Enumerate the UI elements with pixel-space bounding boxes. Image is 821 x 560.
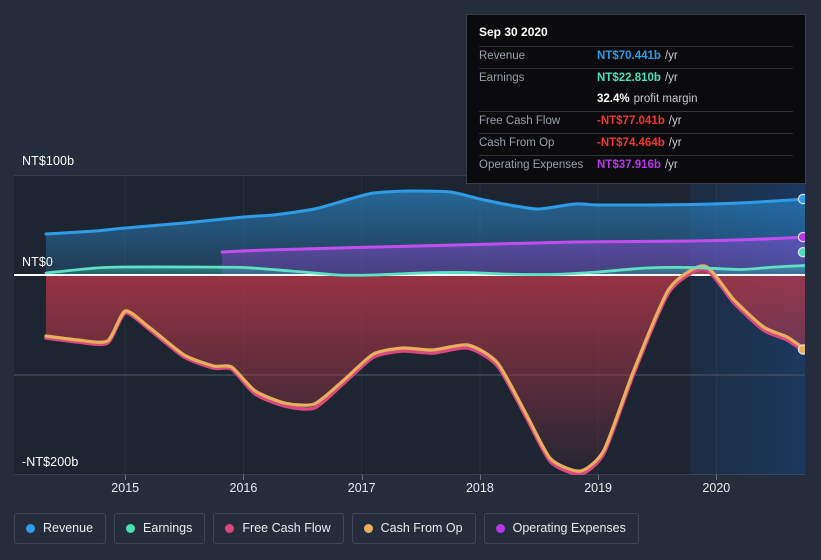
tooltip-row-label: Free Cash Flow bbox=[479, 115, 561, 127]
chart-screenshot: NT$100b NT$0 -NT$200b 2015 2016 2017 2018 20… bbox=[0, 0, 821, 560]
tooltip-row-label: Earnings bbox=[479, 72, 525, 84]
tooltip-row-value: -NT$77.041b bbox=[597, 115, 665, 127]
x-axis-tick-label: 2018 bbox=[465, 481, 494, 495]
legend-color-dot-icon bbox=[225, 524, 235, 533]
x-axis-tick-mark bbox=[125, 475, 127, 480]
tooltip-row-suffix: /yr bbox=[664, 50, 678, 62]
tooltip-row-label: Operating Expenses bbox=[479, 159, 584, 171]
legend-item-operating-expenses[interactable]: Operating Expenses bbox=[483, 513, 639, 544]
x-axis-tick-mark bbox=[479, 475, 481, 480]
y-axis-label-bottom: -NT$200b bbox=[22, 455, 79, 469]
x-axis-tick-mark bbox=[716, 475, 718, 480]
legend-item-label: Cash From Op bbox=[380, 521, 463, 535]
tooltip-row: Earnings NT$22.810b/yr bbox=[479, 68, 793, 90]
tooltip-row: Free Cash Flow -NT$77.041b/yr bbox=[479, 111, 793, 133]
financial-area-chart bbox=[14, 175, 805, 475]
tooltip-row-value: NT$22.810b bbox=[597, 72, 661, 84]
tooltip-row-suffix: /yr bbox=[664, 72, 678, 84]
legend-color-dot-icon bbox=[126, 524, 136, 533]
y-axis-label-zero: NT$0 bbox=[22, 255, 53, 269]
tooltip-row: 32.4% profit margin bbox=[479, 90, 793, 111]
y-axis-label-top: NT$100b bbox=[22, 154, 75, 168]
tooltip-row: Revenue NT$70.441b/yr bbox=[479, 46, 793, 68]
tooltip-row-suffix: profit margin bbox=[633, 93, 698, 105]
legend-color-dot-icon bbox=[495, 524, 505, 533]
legend-item-label: Revenue bbox=[43, 521, 94, 535]
tooltip-row-label: Revenue bbox=[479, 50, 526, 62]
x-axis-tick-label: 2016 bbox=[229, 481, 258, 495]
legend-item-label: Free Cash Flow bbox=[242, 521, 331, 535]
legend-item-label: Operating Expenses bbox=[512, 521, 626, 535]
x-axis-tick-mark bbox=[243, 475, 245, 480]
legend-item-revenue[interactable]: Revenue bbox=[14, 513, 107, 544]
tooltip-row: Operating Expenses NT$37.916b/yr bbox=[479, 155, 793, 177]
endpoint-marker-earnings bbox=[797, 247, 805, 258]
tooltip-row-suffix: /yr bbox=[668, 137, 682, 149]
tooltip-row: Cash From Op -NT$74.464b/yr bbox=[479, 133, 793, 155]
x-axis-tick-label: 2019 bbox=[584, 481, 612, 495]
legend-item-label: Earnings bbox=[143, 521, 193, 535]
tooltip-row-value: -NT$74.464b bbox=[597, 137, 665, 149]
x-axis-tick-mark bbox=[598, 475, 600, 480]
legend-color-dot-icon bbox=[363, 524, 373, 533]
x-axis-tick-label: 2015 bbox=[111, 481, 140, 495]
endpoint-marker-cash-from-op bbox=[797, 344, 805, 355]
tooltip-rows: Revenue NT$70.441b/yr Earnings NT$22.810b/y… bbox=[479, 46, 793, 177]
tooltip-row-value: 32.4% bbox=[597, 93, 630, 105]
chart-plot-area[interactable] bbox=[14, 175, 805, 475]
tooltip-row-value: NT$37.916b bbox=[597, 159, 661, 171]
chart-legend[interactable]: Revenue Earnings Free Cash Flow Cash From O… bbox=[14, 513, 639, 544]
endpoint-marker-revenue bbox=[797, 193, 805, 205]
x-axis-tick-mark bbox=[361, 475, 363, 480]
x-axis-tick-label: 2020 bbox=[702, 481, 731, 495]
endpoint-marker-operating-expenses bbox=[797, 231, 805, 243]
tooltip-row-suffix: /yr bbox=[668, 115, 682, 127]
tooltip-row-suffix: /yr bbox=[664, 159, 678, 171]
legend-item-free-cash-flow[interactable]: Free Cash Flow bbox=[213, 513, 344, 544]
legend-item-cash-from-op[interactable]: Cash From Op bbox=[351, 513, 476, 544]
legend-color-dot-icon bbox=[26, 524, 35, 533]
tooltip-row-value: NT$70.441b bbox=[597, 50, 661, 62]
chart-tooltip: Sep 30 2020 Revenue NT$70.441b/yr Earnings… bbox=[466, 14, 806, 184]
x-axis-tick-label: 2017 bbox=[347, 481, 376, 495]
tooltip-date: Sep 30 2020 bbox=[479, 25, 548, 39]
legend-item-earnings[interactable]: Earnings bbox=[114, 513, 206, 544]
tooltip-row-label: Cash From Op bbox=[479, 137, 555, 149]
